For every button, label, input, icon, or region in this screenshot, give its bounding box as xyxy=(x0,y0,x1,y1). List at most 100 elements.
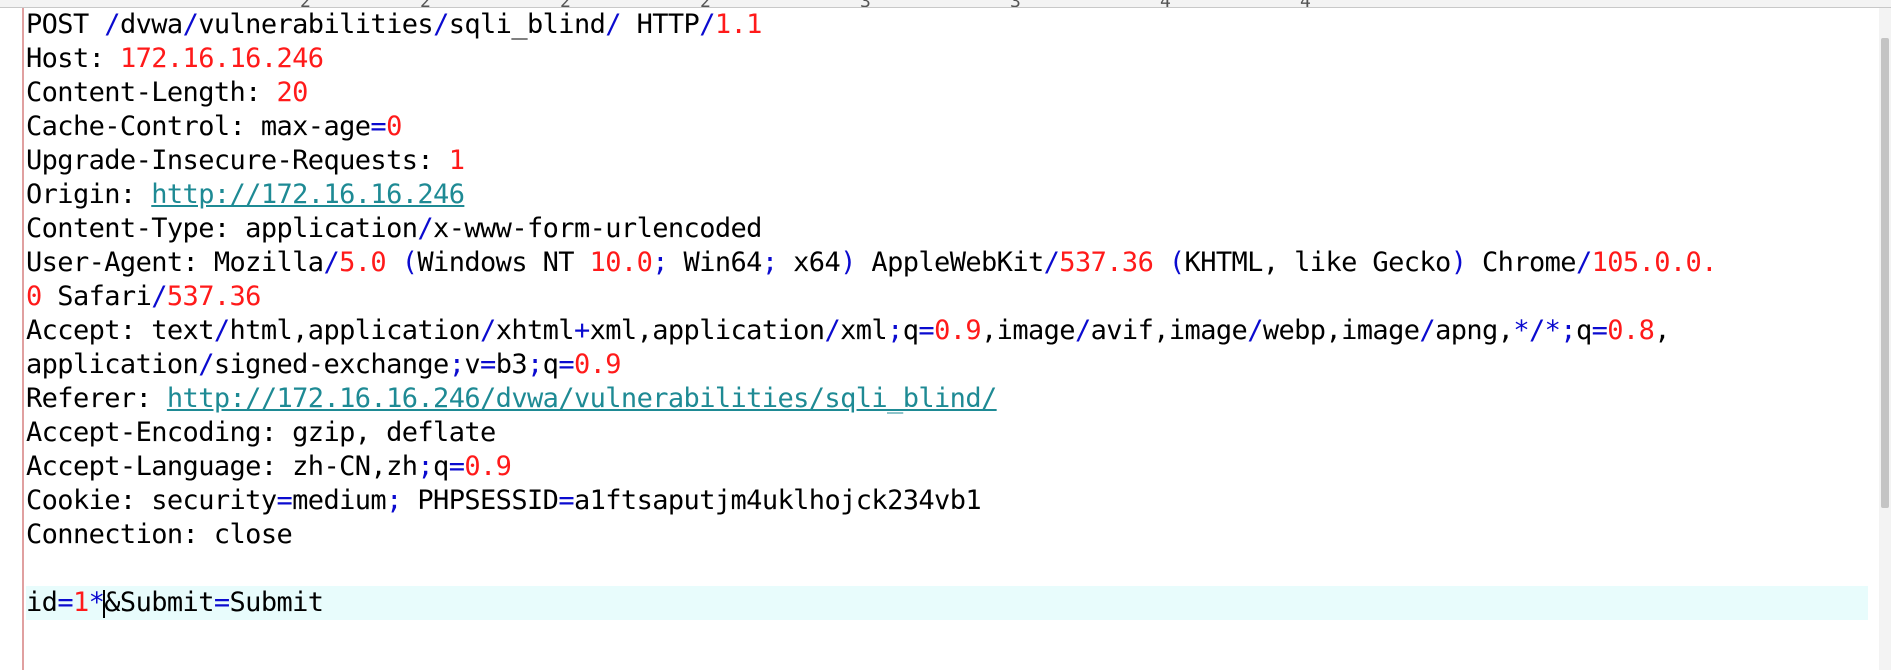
token: webp,image xyxy=(1262,315,1420,346)
token: 172.16.16.246 xyxy=(119,43,324,74)
request-line[interactable]: ​ xyxy=(26,552,1868,586)
request-line[interactable]: Referer: http://172.16.16.246/dvwa/vulne… xyxy=(26,382,1868,416)
token: 0.9 xyxy=(573,349,622,380)
strip-fragment: 3 xyxy=(860,0,871,7)
token: */*; xyxy=(1513,315,1576,346)
request-line[interactable]: Origin: http://172.16.16.246 xyxy=(26,178,1868,212)
request-line[interactable]: Content-Length: 20 xyxy=(26,76,1868,110)
request-line[interactable]: Content-Type: application/x-www-form-url… xyxy=(26,212,1868,246)
http-request-editor[interactable]: 22223344 POST /dvwa/vulnerabilities/sqli… xyxy=(0,0,1891,670)
token: medium xyxy=(292,485,387,516)
url-link[interactable]: http://172.16.16.246 xyxy=(151,179,465,210)
token: ; xyxy=(448,349,465,380)
token: / xyxy=(182,9,199,40)
token: = xyxy=(213,587,230,618)
token: b3 xyxy=(495,349,528,380)
token: 1.1 xyxy=(714,9,763,40)
token: 0 xyxy=(386,111,402,142)
token: &Submit xyxy=(104,587,214,618)
token: PHPSESSID xyxy=(401,485,559,516)
token: Win64 xyxy=(667,247,763,278)
token: AppleWebKit xyxy=(855,247,1044,278)
request-line[interactable]: Cache-Control: max-age=0 xyxy=(26,110,1868,144)
token: Accept-Encoding: gzip, deflate xyxy=(26,417,496,448)
token: 5.0 xyxy=(339,247,387,278)
token: q xyxy=(542,349,559,380)
token: = xyxy=(558,349,574,380)
url-link[interactable]: http://172.16.16.246/dvwa/vulnerabilitie… xyxy=(167,383,997,414)
token: * xyxy=(88,587,105,618)
token: = xyxy=(276,485,293,516)
request-line[interactable]: 0 Safari/537.36 xyxy=(26,280,1868,314)
token: x64 xyxy=(777,247,841,278)
token: / xyxy=(151,281,167,312)
token: / xyxy=(104,9,120,40)
token: / xyxy=(699,9,715,40)
token: ; xyxy=(761,247,778,278)
token: sqli_blind xyxy=(448,9,606,40)
token: / xyxy=(198,349,214,380)
vertical-scrollbar[interactable] xyxy=(1879,8,1891,670)
token: = xyxy=(370,111,387,142)
token: dvwa xyxy=(119,9,183,40)
token: x-www-form-urlencoded xyxy=(433,213,762,244)
token: / xyxy=(1074,315,1091,346)
token: / xyxy=(417,213,434,244)
token: xhtml xyxy=(495,315,575,346)
token: 0.9 xyxy=(934,315,982,346)
token: q xyxy=(433,451,449,482)
token: / xyxy=(1247,315,1263,346)
token: = xyxy=(918,315,935,346)
token: Accept-Language: zh-CN,zh xyxy=(26,451,418,482)
request-line[interactable]: application/signed-exchange;v=b3;q=0.9 xyxy=(26,348,1868,382)
token: ) xyxy=(1450,247,1467,278)
token: 10.0 xyxy=(589,247,653,278)
token: / xyxy=(480,315,496,346)
token: ; xyxy=(417,451,434,482)
token: = xyxy=(1591,315,1608,346)
request-line[interactable]: Accept-Language: zh-CN,zh;q=0.9 xyxy=(26,450,1868,484)
token: 0 xyxy=(26,281,42,312)
token: Windows NT xyxy=(417,247,590,278)
request-line[interactable]: Accept-Encoding: gzip, deflate xyxy=(26,416,1868,450)
token: 537.36 xyxy=(166,281,262,312)
token: 1 xyxy=(448,145,465,176)
request-body-line[interactable]: id=1*&Submit=Submit xyxy=(26,586,1868,620)
token: = xyxy=(57,587,73,618)
token: Upgrade-Insecure-Requests: xyxy=(26,145,449,176)
token: 105.0.0. xyxy=(1591,247,1718,278)
request-line[interactable]: POST /dvwa/vulnerabilities/sqli_blind/ H… xyxy=(26,8,1868,42)
token: = xyxy=(480,349,496,380)
scrollbar-thumb[interactable] xyxy=(1881,38,1889,508)
token: Content-Length: xyxy=(26,77,277,108)
token: 537.36 xyxy=(1059,247,1154,278)
editor-content[interactable]: POST /dvwa/vulnerabilities/sqli_blind/ H… xyxy=(26,8,1868,620)
token: , xyxy=(1654,315,1670,346)
previous-content-strip: 2 2 2 2 3 3 4 4 xyxy=(0,0,1891,8)
request-line[interactable]: Cookie: security=medium; PHPSESSID=a1fts… xyxy=(26,484,1868,518)
strip-fragment: 2 xyxy=(300,0,311,7)
token: / xyxy=(824,315,841,346)
strip-fragment: 4 xyxy=(1160,0,1171,7)
token: KHTML, like Gecko xyxy=(1184,247,1452,278)
strip-fragment: 2 xyxy=(420,0,431,7)
token: 0.9 xyxy=(464,451,512,482)
strip-fragment: 2 xyxy=(560,0,571,7)
token: + xyxy=(573,315,590,346)
token: HTTP xyxy=(620,9,700,40)
strip-fragment: 2 xyxy=(700,0,711,7)
request-line[interactable]: Upgrade-Insecure-Requests: 1 xyxy=(26,144,1868,178)
token: 1 xyxy=(72,587,89,618)
token: Content-Type: application xyxy=(26,213,418,244)
request-line[interactable]: User-Agent: Mozilla/5.0 (Windows NT 10.0… xyxy=(26,246,1868,280)
request-line[interactable]: Connection: close xyxy=(26,518,1868,552)
token: ; xyxy=(386,485,402,516)
request-line[interactable]: Host: 172.16.16.246 xyxy=(26,42,1868,76)
token: ( xyxy=(1168,247,1185,278)
request-line[interactable]: Accept: text/html,application/xhtml+xml,… xyxy=(26,314,1868,348)
token: avif,image xyxy=(1090,315,1248,346)
token: v xyxy=(464,349,481,380)
token: 20 xyxy=(276,77,309,108)
edge-marker-line xyxy=(22,8,24,670)
